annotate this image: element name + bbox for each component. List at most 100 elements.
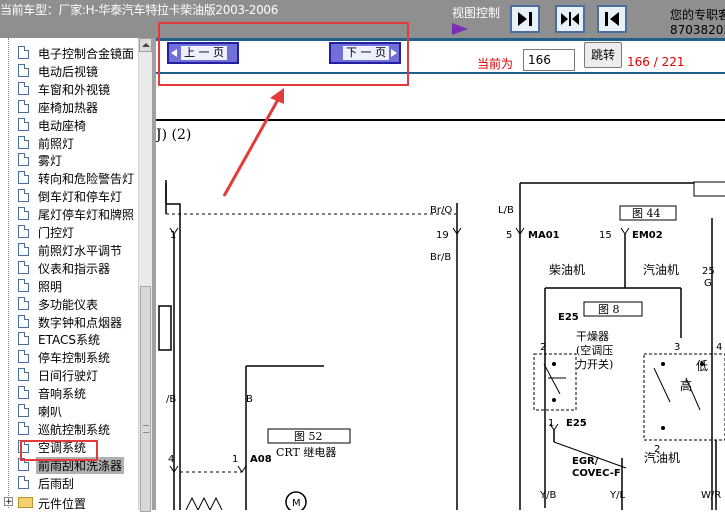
document-icon xyxy=(18,314,29,328)
svg-text:L/B: L/B xyxy=(498,205,514,216)
tree-item[interactable]: 前照灯水平调节 xyxy=(0,241,138,259)
tree-item[interactable]: 门控灯 xyxy=(0,223,138,241)
support-line-2: 87038205 xyxy=(670,23,725,37)
tree-folder-label: 元件位置 xyxy=(38,497,87,510)
tree-item-label: 停车控制系统 xyxy=(38,351,111,366)
tree-folder-component-location[interactable]: + 元件位置 xyxy=(0,494,138,510)
document-icon xyxy=(18,332,29,346)
tree-item-label: 电动后视镜 xyxy=(38,64,99,79)
diagram-heading: J) (2) xyxy=(156,127,191,143)
svg-text:低: 低 xyxy=(696,359,708,373)
svg-text:柴油机: 柴油机 xyxy=(549,263,585,277)
document-icon xyxy=(18,63,29,77)
svg-text:A08: A08 xyxy=(250,454,272,465)
highlight-box-ac xyxy=(20,440,98,461)
svg-text:G: G xyxy=(704,278,712,289)
svg-text:1: 1 xyxy=(548,418,554,429)
tree-item-label: 前照灯水平调节 xyxy=(38,243,123,258)
tree-item[interactable]: 音响系统 xyxy=(0,384,138,402)
tree-item-label: 仪表和指示器 xyxy=(38,261,111,276)
vehicle-title: 当前车型：厂家:H-华泰汽车特拉卡柴油版2003-2006 xyxy=(0,3,279,17)
svg-text:25: 25 xyxy=(702,266,715,277)
grip-icon xyxy=(143,425,149,433)
tree-item[interactable]: 电子控制合金镜面 xyxy=(0,44,138,62)
tree-item[interactable]: 电动座椅 xyxy=(0,116,138,134)
tree-item-label: 照明 xyxy=(38,279,63,294)
tree-item[interactable]: 停车控制系统 xyxy=(0,348,138,366)
svg-text:E25: E25 xyxy=(566,418,587,429)
tree-item[interactable]: 多功能仪表 xyxy=(0,295,138,313)
tree-item-label: 后雨刮 xyxy=(38,476,75,491)
tree-item-label: 尾灯停车灯和牌照 xyxy=(38,208,135,223)
tree-item[interactable]: 电动后视镜 xyxy=(0,62,138,80)
tree-item[interactable]: 前照灯 xyxy=(0,134,138,152)
wiring-diagram: J) (2) 1 Br/O 19 Br/B L/B 5 MA01 图 44 15… xyxy=(156,38,725,510)
tree-item[interactable]: ETACS系统 xyxy=(0,330,138,348)
tree-item[interactable]: 喇叭 xyxy=(0,402,138,420)
document-icon xyxy=(18,368,29,382)
svg-text:汽油机: 汽油机 xyxy=(643,262,679,277)
view-center-button[interactable] xyxy=(555,5,585,33)
tree-item[interactable]: 雾灯 xyxy=(0,151,138,169)
tree-item-label: 多功能仪表 xyxy=(38,297,99,312)
sidebar-scrollbar[interactable] xyxy=(138,38,152,512)
svg-text:4: 4 xyxy=(716,342,722,353)
tree-item-label: 车窗和外视镜 xyxy=(38,82,111,97)
highlight-box-nav xyxy=(158,22,409,86)
tree-item-label: 前照灯 xyxy=(38,136,75,151)
tree-item[interactable]: 仪表和指示器 xyxy=(0,259,138,277)
view-left-button[interactable] xyxy=(510,5,540,33)
svg-text:图 44: 图 44 xyxy=(632,207,661,220)
scroll-thumb[interactable] xyxy=(140,286,151,512)
svg-text:Br/O: Br/O xyxy=(430,205,452,216)
tree-item[interactable]: 巡航控制系统 xyxy=(0,420,138,438)
tree-item[interactable]: 座椅加热器 xyxy=(0,98,138,116)
svg-text:W/R: W/R xyxy=(701,490,721,501)
document-icon xyxy=(18,386,29,400)
view-right-button[interactable] xyxy=(597,5,627,33)
document-icon xyxy=(18,171,29,185)
svg-text:力开关): 力开关) xyxy=(576,357,613,371)
tree-item-label: 日间行驶灯 xyxy=(38,369,99,384)
svg-text:Y/B: Y/B xyxy=(539,490,556,501)
tree-item[interactable]: 后雨刮 xyxy=(0,474,138,492)
tree-item-label: 喇叭 xyxy=(38,405,63,419)
svg-text:2: 2 xyxy=(540,342,546,353)
tree-item[interactable]: 倒车灯和停车灯 xyxy=(0,187,138,205)
document-icon xyxy=(18,225,29,238)
tree-item-label: 门控灯 xyxy=(38,226,75,240)
document-icon xyxy=(18,350,29,364)
tree-item[interactable]: 转向和危险警告灯 xyxy=(0,169,138,187)
tree-item-label: 电动座椅 xyxy=(38,118,87,133)
arrow-left-bar-icon xyxy=(605,12,619,26)
tree-item[interactable]: 数字钟和点烟器 xyxy=(0,313,138,331)
svg-text:M: M xyxy=(292,498,301,509)
svg-text:干燥器: 干燥器 xyxy=(576,330,609,343)
tree-item-label: 转向和危险警告灯 xyxy=(38,172,135,187)
tree-item[interactable]: 日间行驶灯 xyxy=(0,366,138,384)
svg-text:CRT 继电器: CRT 继电器 xyxy=(276,446,336,459)
svg-text:1: 1 xyxy=(232,454,238,465)
document-icon xyxy=(18,189,29,203)
tree-item-label: 雾灯 xyxy=(38,154,63,169)
document-icon xyxy=(18,278,29,292)
svg-text:Y/L: Y/L xyxy=(609,490,625,501)
svg-text:19: 19 xyxy=(436,230,449,241)
tree-item[interactable]: 尾灯停车灯和牌照 xyxy=(0,205,138,223)
tree-item-label: ETACS系统 xyxy=(38,333,100,348)
svg-text:图 8: 图 8 xyxy=(598,303,620,316)
tree-item[interactable]: 车窗和外视镜 xyxy=(0,80,138,98)
scroll-up-icon[interactable] xyxy=(139,38,152,52)
document-icon xyxy=(18,421,29,435)
tree-item[interactable]: 照明 xyxy=(0,277,138,295)
document-icon xyxy=(18,260,29,274)
svg-text:3: 3 xyxy=(674,342,680,353)
tree-item-label: 电子控制合金镜面 xyxy=(38,47,135,61)
document-icon xyxy=(18,99,29,113)
tree-item-label: 倒车灯和停车灯 xyxy=(38,190,123,205)
view-control-label: 视图控制 xyxy=(452,6,501,20)
document-icon xyxy=(18,153,29,167)
svg-text:汽油机: 汽油机 xyxy=(644,450,680,465)
expand-icon[interactable]: + xyxy=(4,497,13,507)
document-icon xyxy=(18,242,29,256)
